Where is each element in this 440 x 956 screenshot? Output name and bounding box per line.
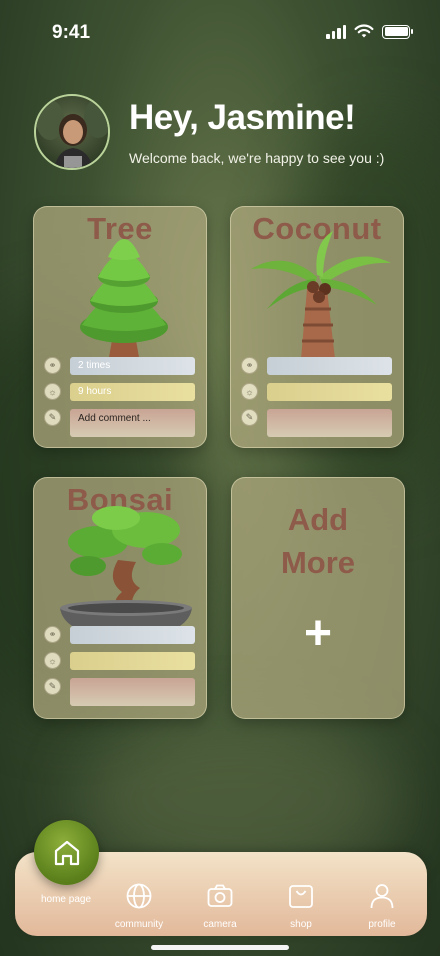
water-row: ⚭ — [44, 357, 61, 374]
sun-row: ☼ — [44, 652, 61, 669]
water-frequency-field[interactable] — [267, 357, 392, 375]
water-row: ⚭ — [241, 357, 258, 374]
water-drop-icon: ⚭ — [44, 357, 61, 374]
tree-plant-image — [80, 239, 168, 363]
plant-card-tree[interactable]: Tree ⚭ 2 times ☼ 9 hours ✎ Add comment .… — [33, 206, 207, 448]
globe-icon — [126, 883, 152, 909]
comment-row: ✎ — [44, 409, 61, 426]
home-icon — [54, 840, 79, 865]
nav-label-home: home page — [40, 894, 92, 905]
sun-icon: ☼ — [241, 383, 258, 400]
sunlight-hours-field[interactable] — [267, 383, 392, 401]
nav-profile[interactable]: profile — [347, 882, 417, 930]
water-row: ⚭ — [44, 626, 61, 643]
person-icon — [370, 884, 394, 909]
nav-community[interactable]: community — [104, 882, 174, 930]
camera-icon — [207, 884, 233, 907]
battery-icon — [382, 24, 413, 39]
status-bar: 9:41 — [0, 0, 440, 66]
welcome-subtitle: Welcome back, we're happy to see you :) — [129, 150, 385, 166]
comment-field[interactable]: Add comment ... — [70, 409, 195, 437]
water-drop-icon: ⚭ — [241, 357, 258, 374]
nav-label-camera: camera — [203, 919, 237, 930]
status-icons — [326, 24, 413, 39]
home-indicator[interactable] — [151, 945, 289, 950]
bonsai-plant-image — [60, 506, 192, 638]
avatar-photo — [36, 98, 108, 168]
comment-row: ✎ — [44, 678, 61, 695]
pencil-icon: ✎ — [241, 409, 258, 426]
water-drop-icon: ⚭ — [44, 626, 61, 643]
sun-row: ☼ — [241, 383, 258, 400]
coconut-palm-image — [251, 231, 391, 359]
sun-row: ☼ — [44, 383, 61, 400]
sun-icon: ☼ — [44, 652, 61, 669]
sunlight-hours-field[interactable]: 9 hours — [70, 383, 195, 401]
sunlight-hours-field[interactable] — [70, 652, 195, 670]
nav-shop[interactable]: shop — [266, 882, 336, 930]
comment-field[interactable] — [70, 678, 195, 706]
comment-row: ✎ — [241, 409, 258, 426]
pencil-icon: ✎ — [44, 678, 61, 695]
comment-field[interactable] — [267, 409, 392, 437]
nav-label-profile: profile — [368, 919, 396, 930]
add-more-line2: More — [280, 545, 356, 580]
nav-label-community: community — [114, 919, 164, 930]
plant-card-coconut[interactable]: Coconut ⚭ ☼ ✎ — [230, 206, 404, 448]
sun-icon: ☼ — [44, 383, 61, 400]
nav-label-shop: shop — [290, 919, 312, 930]
avatar[interactable] — [34, 94, 110, 170]
plant-card-bonsai[interactable]: Bonsai ⚭ ☼ ✎ — [33, 477, 207, 719]
wifi-icon — [354, 24, 374, 38]
shopping-bag-icon — [289, 885, 313, 908]
cellular-signal-icon — [326, 24, 346, 39]
water-frequency-field[interactable] — [70, 626, 195, 644]
add-more-card[interactable]: Add More + — [231, 477, 405, 719]
water-frequency-field[interactable]: 2 times — [70, 357, 195, 375]
pencil-icon: ✎ — [44, 409, 61, 426]
plus-icon[interactable]: + — [232, 606, 404, 661]
home-button[interactable] — [34, 820, 99, 885]
status-time: 9:41 — [52, 22, 91, 43]
greeting-title: Hey, Jasmine! — [129, 98, 356, 137]
nav-camera[interactable]: camera — [185, 882, 255, 930]
add-more-line1: Add — [287, 502, 349, 537]
